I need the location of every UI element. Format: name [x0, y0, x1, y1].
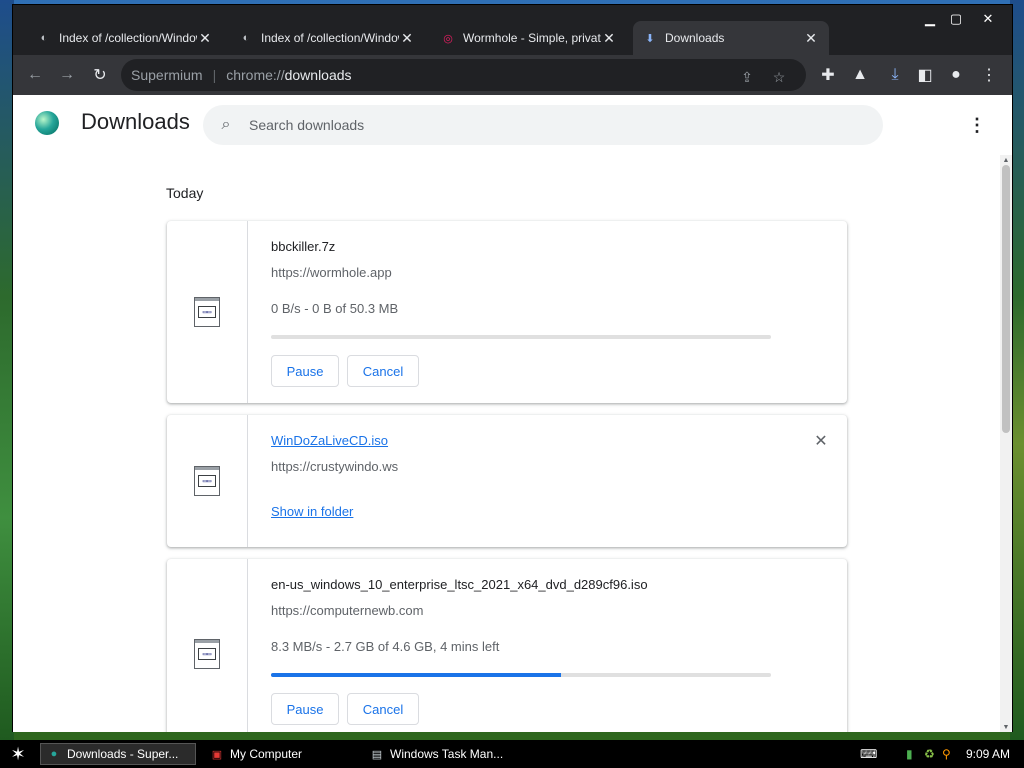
- tab-title: Downloads: [665, 31, 725, 45]
- cancel-button[interactable]: Cancel: [347, 693, 419, 725]
- tab-downloads[interactable]: ⬇ Downloads ✕: [633, 21, 829, 55]
- download-icon: ⬇: [645, 32, 655, 45]
- download-filename[interactable]: bbckiller.7z: [271, 239, 335, 254]
- browser-icon: ●: [50, 748, 58, 760]
- browser-window: ◐ Index of /collection/Window ✕ ◐ Index …: [12, 4, 1013, 732]
- tab-strip: ◐ Index of /collection/Window ✕ ◐ Index …: [13, 5, 1012, 55]
- pause-button[interactable]: Pause: [271, 693, 339, 725]
- reload-icon[interactable]: ↻: [88, 63, 112, 87]
- download-progress-bar: [271, 335, 771, 339]
- download-status: 8.3 MB/s - 2.7 GB of 4.6 GB, 4 mins left: [271, 639, 500, 654]
- start-button[interactable]: ✶: [4, 743, 32, 765]
- maximize-button[interactable]: ▢: [943, 9, 969, 29]
- site-label: Supermium: [131, 67, 203, 83]
- close-tab-icon[interactable]: ✕: [601, 30, 617, 47]
- close-window-button[interactable]: ✕: [975, 9, 1001, 29]
- extensions-icon[interactable]: ✚: [816, 63, 840, 87]
- iso-file-icon: ▭▭: [194, 639, 220, 669]
- document-icon: ◐: [242, 32, 250, 44]
- network-tray-icon[interactable]: ▮: [906, 746, 913, 762]
- download-filename[interactable]: en-us_windows_10_enterprise_ltsc_2021_x6…: [271, 577, 648, 592]
- file-icon-column: ▭▭: [167, 221, 248, 403]
- search-tray-icon[interactable]: ⚲: [942, 746, 951, 762]
- taskbar-item-label: Windows Task Man...: [390, 747, 504, 761]
- archive-file-icon: ▭▭: [194, 297, 220, 327]
- url-prefix: chrome://: [226, 67, 285, 83]
- taskbar-item-task-manager[interactable]: ▤ Windows Task Man...: [364, 743, 520, 765]
- tab-wormhole[interactable]: ◎ Wormhole - Simple, private ✕: [431, 21, 627, 55]
- search-input[interactable]: [249, 117, 809, 133]
- tab-index-collection-1[interactable]: ◐ Index of /collection/Window ✕: [27, 21, 223, 55]
- iso-file-icon: ▭▭: [194, 466, 220, 496]
- omnibox-separator: |: [212, 67, 217, 83]
- downloads-toolbar-icon[interactable]: ⤓: [883, 63, 907, 87]
- wormhole-icon: ◎: [443, 32, 453, 45]
- tab-title: Wormhole - Simple, private: [463, 31, 601, 45]
- bookmark-star-icon[interactable]: ☆: [769, 67, 789, 87]
- clock: 9:09 AM: [966, 747, 1011, 761]
- scroll-up-arrow-icon[interactable]: ▲: [1000, 155, 1012, 165]
- download-item: ▭▭ bbckiller.7z https://wormhole.app 0 B…: [167, 221, 847, 403]
- profile-avatar-icon[interactable]: ●: [944, 63, 968, 87]
- share-icon[interactable]: ⇪: [737, 67, 757, 87]
- file-icon-column: ▭▭: [167, 559, 248, 732]
- url-path: downloads: [284, 67, 352, 83]
- download-source-url[interactable]: https://wormhole.app: [271, 265, 392, 280]
- menu-kebab-icon[interactable]: ⋮: [977, 63, 1001, 87]
- scroll-down-arrow-icon[interactable]: ▼: [1000, 722, 1012, 732]
- forward-arrow-icon[interactable]: →: [55, 63, 79, 87]
- back-arrow-icon[interactable]: ←: [23, 63, 47, 87]
- download-item: ▭▭ en-us_windows_10_enterprise_ltsc_2021…: [167, 559, 847, 732]
- scrollbar-thumb[interactable]: [1002, 165, 1010, 433]
- file-icon-column: ▭▭: [167, 415, 248, 547]
- taskbar-item-label: Downloads - Super...: [67, 747, 179, 761]
- minimize-button[interactable]: ▁: [917, 9, 943, 29]
- show-in-folder-link[interactable]: Show in folder: [271, 504, 353, 519]
- keyboard-tray-icon[interactable]: ⌨: [860, 746, 877, 762]
- download-status: 0 B/s - 0 B of 50.3 MB: [271, 301, 399, 316]
- close-tab-icon[interactable]: ✕: [399, 30, 415, 47]
- safely-remove-tray-icon[interactable]: ♻: [924, 746, 935, 762]
- taskbar-item-downloads[interactable]: ● Downloads - Super...: [40, 743, 196, 765]
- download-item: ▭▭ WinDoZaLiveCD.iso ✕ https://crustywin…: [167, 415, 847, 547]
- download-filename-link[interactable]: WinDoZaLiveCD.iso: [271, 433, 388, 448]
- tab-title: Index of /collection/Window: [59, 31, 197, 45]
- download-source-url[interactable]: https://crustywindo.ws: [271, 459, 398, 474]
- browser-toolbar: ← → ↻ Supermium | chrome://downloads ⇪ ☆…: [13, 55, 1012, 95]
- section-label-today: Today: [166, 185, 204, 201]
- download-progress-fill: [271, 673, 561, 677]
- downloads-page: Downloads ⌕ ⋮ Today ▭▭ bbckiller.7z http…: [13, 95, 1012, 732]
- page-scrollbar[interactable]: ▲ ▼: [1000, 155, 1012, 732]
- tab-index-collection-2[interactable]: ◐ Index of /collection/Window ✕: [229, 21, 425, 55]
- close-tab-icon[interactable]: ✕: [197, 30, 213, 47]
- browser-logo-icon: [35, 111, 59, 135]
- remove-from-list-icon[interactable]: ✕: [813, 433, 829, 450]
- document-icon: ◐: [40, 32, 48, 44]
- search-icon: ⌕: [221, 116, 231, 133]
- cancel-button[interactable]: Cancel: [347, 355, 419, 387]
- tab-title: Index of /collection/Window: [261, 31, 399, 45]
- more-actions-icon[interactable]: ⋮: [967, 113, 987, 137]
- search-box[interactable]: ⌕: [203, 105, 883, 145]
- address-bar[interactable]: Supermium | chrome://downloads ⇪ ☆: [121, 59, 806, 91]
- close-tab-icon[interactable]: ✕: [803, 30, 819, 47]
- labs-flask-icon[interactable]: ▲: [848, 63, 872, 87]
- download-progress-bar: [271, 673, 771, 677]
- taskbar-item-label: My Computer: [230, 747, 303, 761]
- download-source-url[interactable]: https://computernewb.com: [271, 603, 423, 618]
- taskbar: ✶ ● Downloads - Super... ▣ My Computer ▤…: [0, 740, 1024, 768]
- computer-icon: ▣: [211, 748, 223, 761]
- side-panel-icon[interactable]: ◧: [913, 63, 937, 87]
- pause-button[interactable]: Pause: [271, 355, 339, 387]
- taskbar-item-my-computer[interactable]: ▣ My Computer: [204, 743, 360, 765]
- task-manager-icon: ▤: [371, 748, 383, 761]
- page-title: Downloads: [81, 109, 190, 134]
- downloads-header: Downloads ⌕ ⋮: [13, 95, 1012, 155]
